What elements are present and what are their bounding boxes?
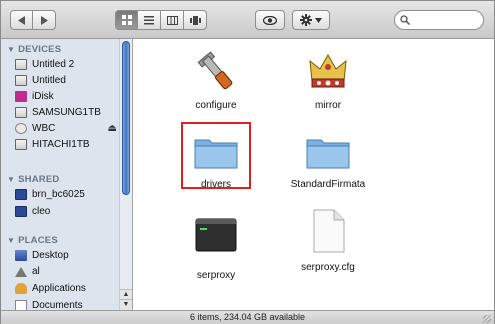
sidebar-item-samsung1tb[interactable]: SAMSUNG1TB [15, 105, 101, 120]
crown-app-icon [309, 53, 347, 88]
file-item-drivers[interactable]: drivers [161, 134, 271, 190]
status-bar: 6 items, 234.04 GB available [1, 310, 494, 324]
sidebar-item-brn-bc6025[interactable]: brn_bc6025 [15, 187, 85, 202]
sidebar-places-header[interactable]: ▼ PLACES [7, 235, 58, 246]
nav-buttons [10, 10, 56, 30]
disk-icon [15, 139, 27, 150]
executable-tool-icon [197, 51, 233, 90]
sidebar-item-hitachi1tb[interactable]: HITACHI1TB [15, 137, 90, 152]
sidebar-scroll-thumb[interactable] [122, 41, 130, 195]
network-disk-icon [15, 123, 27, 134]
forward-button[interactable] [33, 10, 56, 30]
sidebar-shared-header[interactable]: ▼ SHARED [7, 174, 59, 185]
file-icon-view: configure mirror drivers StandardFirmata… [133, 39, 494, 310]
sidebar-scrollbar[interactable]: ▲ ▼ [119, 39, 132, 310]
sidebar-item-wbc[interactable]: WBC ⏏ [15, 121, 117, 136]
sidebar-item-applications[interactable]: Applications [15, 281, 86, 296]
file-label: mirror [314, 100, 342, 111]
file-item-mirror[interactable]: mirror [273, 51, 383, 111]
action-menu-button[interactable] [292, 10, 330, 30]
scroll-down-arrow-icon[interactable]: ▼ [120, 299, 132, 310]
back-button[interactable] [10, 10, 33, 30]
sidebar-item-home[interactable]: al [15, 264, 40, 279]
monitor-icon [15, 189, 27, 200]
sidebar-devices-header[interactable]: ▼ DEVICES [7, 44, 61, 55]
sidebar-item-cleo[interactable]: cleo [15, 204, 50, 219]
file-label: StandardFirmata [290, 179, 366, 190]
file-label: serproxy.cfg [301, 262, 355, 273]
desktop-icon [15, 250, 27, 261]
sidebar-item-idisk[interactable]: iDisk [15, 89, 54, 104]
file-label: configure [195, 100, 237, 111]
file-label: drivers [200, 179, 231, 190]
columns-icon [166, 15, 178, 25]
status-text: 6 items, 234.04 GB available [189, 312, 306, 322]
file-item-standardfirmata[interactable]: StandardFirmata [273, 134, 383, 190]
resize-grip-icon[interactable] [483, 315, 491, 323]
file-item-serproxy-cfg[interactable]: serproxy.cfg [273, 209, 383, 273]
terminal-executable-icon [195, 218, 237, 252]
idisk-icon [15, 91, 27, 102]
document-icon [313, 209, 345, 253]
disk-icon [15, 75, 27, 86]
coverflow-view-button[interactable] [184, 10, 207, 30]
gear-icon [300, 14, 312, 26]
file-label: serproxy [196, 270, 236, 281]
coverflow-icon [189, 15, 201, 25]
icon-view-button[interactable] [115, 10, 138, 30]
file-item-configure[interactable]: configure [161, 51, 271, 111]
sidebar: ▼ DEVICES Untitled 2 Untitled iDisk SAMSU… [1, 39, 133, 310]
view-mode-buttons [115, 10, 207, 30]
applications-icon [15, 283, 27, 294]
disk-icon [15, 59, 27, 70]
sidebar-item-untitled[interactable]: Untitled [15, 73, 66, 88]
toolbar [1, 1, 494, 39]
file-item-serproxy[interactable]: serproxy [161, 217, 271, 281]
sidebar-item-desktop[interactable]: Desktop [15, 248, 69, 263]
sidebar-item-documents[interactable]: Documents [15, 298, 83, 310]
home-icon [15, 266, 27, 277]
search-icon [400, 15, 410, 25]
monitor-icon [15, 206, 27, 217]
eye-icon [263, 15, 277, 25]
disclosure-triangle-icon: ▼ [7, 236, 16, 245]
column-view-button[interactable] [161, 10, 184, 30]
finder-window: ▼ DEVICES Untitled 2 Untitled iDisk SAMSU… [0, 0, 495, 324]
documents-icon [15, 300, 27, 310]
sidebar-item-untitled-2[interactable]: Untitled 2 [15, 57, 74, 72]
forward-arrow-icon [41, 15, 48, 25]
back-arrow-icon [17, 15, 25, 25]
eject-icon[interactable]: ⏏ [108, 123, 117, 134]
quick-look-button[interactable] [255, 10, 285, 30]
icon-grid-icon [121, 15, 132, 25]
disclosure-triangle-icon: ▼ [7, 175, 16, 184]
search-field[interactable] [394, 10, 484, 30]
chevron-down-icon [315, 17, 322, 23]
disclosure-triangle-icon: ▼ [7, 45, 16, 54]
folder-icon [306, 139, 350, 169]
disk-icon [15, 107, 27, 118]
list-view-button[interactable] [138, 10, 161, 30]
folder-icon [194, 139, 238, 169]
list-icon [144, 15, 154, 24]
